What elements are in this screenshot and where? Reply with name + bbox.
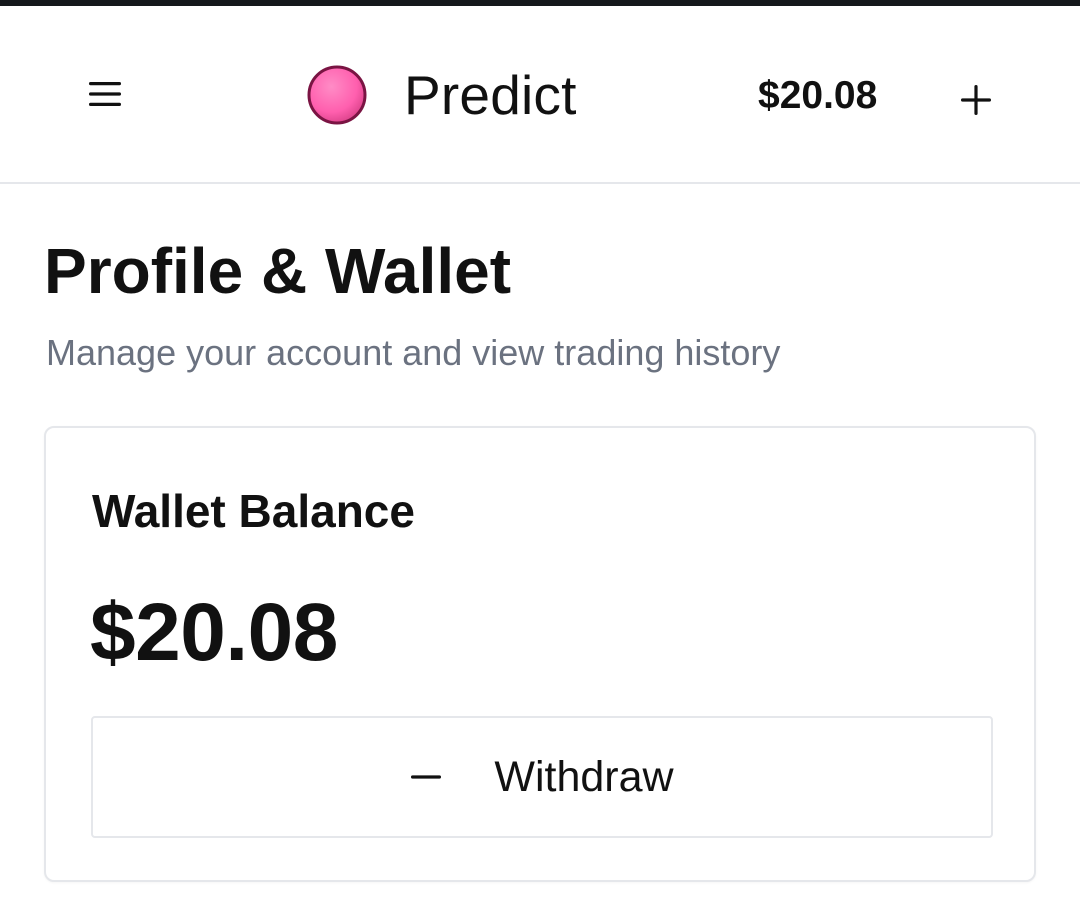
header-balance: $20.08 bbox=[758, 74, 878, 117]
app-header: Predict $20.08 bbox=[0, 6, 1080, 184]
withdraw-button[interactable]: Withdraw bbox=[91, 716, 993, 838]
add-funds-button[interactable] bbox=[954, 78, 998, 122]
page-title: Profile & Wallet bbox=[44, 235, 512, 307]
brand[interactable]: Predict bbox=[306, 60, 577, 130]
page-subtitle: Manage your account and view trading his… bbox=[46, 332, 781, 373]
wallet-balance-amount: $20.08 bbox=[90, 587, 338, 678]
wallet-card: Wallet Balance $20.08 Withdraw bbox=[44, 426, 1036, 882]
pink-circle-logo-icon bbox=[307, 65, 367, 125]
plus-icon bbox=[961, 85, 991, 115]
menu-button[interactable] bbox=[84, 72, 126, 116]
withdraw-label: Withdraw bbox=[494, 752, 674, 801]
wallet-balance-title: Wallet Balance bbox=[92, 485, 415, 537]
minus-icon bbox=[410, 761, 442, 793]
brand-name: Predict bbox=[404, 63, 577, 126]
hamburger-menu-icon bbox=[89, 82, 121, 106]
